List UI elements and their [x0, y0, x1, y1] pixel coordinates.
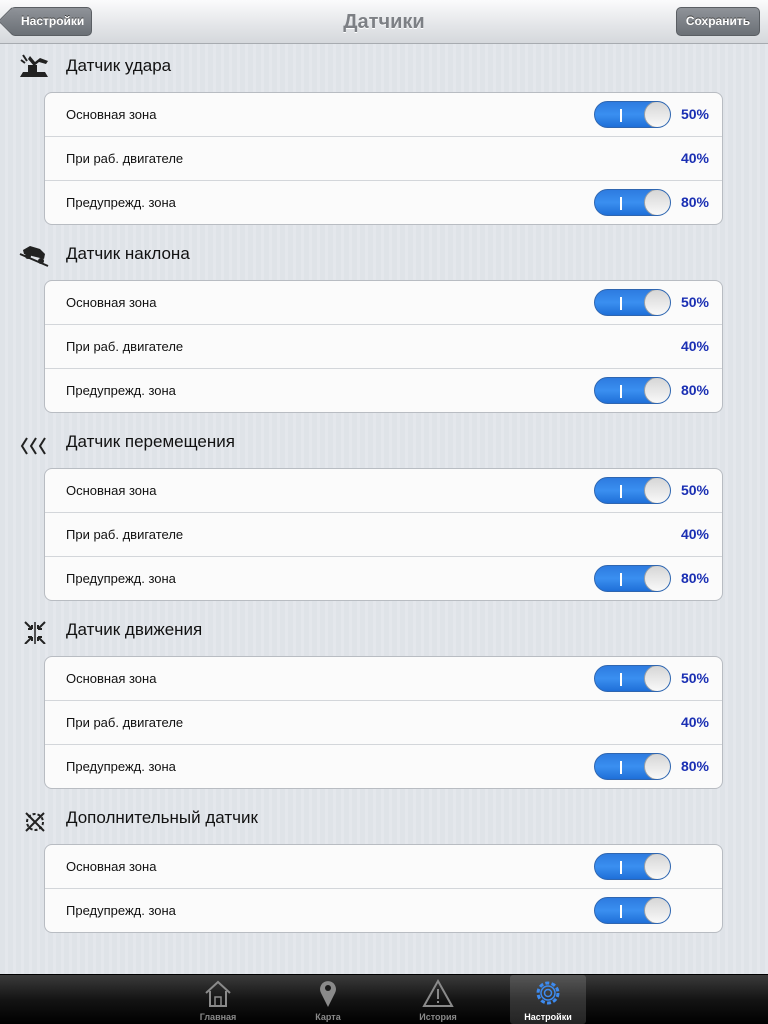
settings-row: Предупрежд. зона 80% [45, 368, 722, 412]
settings-group: Основная зона Предупрежд. зона [44, 844, 723, 933]
row-label: Предупрежд. зона [66, 195, 176, 210]
section-title: Дополнительный датчик [66, 808, 258, 827]
row-value[interactable]: 40% [681, 513, 709, 557]
toggle-switch[interactable] [594, 753, 671, 780]
row-label: Основная зона [66, 107, 157, 122]
section-tilt-sensor: Датчик наклона Основная зона 50% При раб… [0, 236, 768, 413]
settings-row: Предупрежд. зона 80% [45, 180, 722, 224]
row-label: При раб. двигателе [66, 715, 184, 730]
settings-row: Предупрежд. зона 80% [45, 556, 722, 600]
settings-row: Основная зона 50% [45, 93, 722, 136]
impact-sensor-icon [20, 54, 48, 77]
row-label: Основная зона [66, 671, 157, 686]
section-additional-sensor: Дополнительный датчик Основная зона Пред… [0, 800, 768, 933]
row-label: Предупрежд. зона [66, 571, 176, 586]
row-value[interactable]: 80% [681, 557, 709, 600]
section-header: Датчик наклона [0, 236, 768, 280]
settings-row: Основная зона 50% [45, 281, 722, 324]
row-label: При раб. двигателе [66, 527, 184, 542]
row-value[interactable]: 40% [681, 701, 709, 745]
toggle-switch[interactable] [594, 189, 671, 216]
navigation-bar: Настройки Датчики Сохранить [0, 0, 768, 44]
settings-row: Предупрежд. зона [45, 888, 722, 932]
row-value[interactable]: 50% [681, 93, 709, 137]
toggle-switch[interactable] [594, 377, 671, 404]
tab-home[interactable]: Главная [180, 975, 256, 1024]
row-value[interactable]: 80% [681, 181, 709, 224]
section-title: Датчик удара [66, 56, 172, 75]
section-header: Датчик перемещения [0, 424, 768, 468]
settings-row: При раб. двигателе 40% [45, 700, 722, 744]
additional-sensor-icon [25, 812, 45, 832]
toggle-switch[interactable] [594, 853, 671, 880]
toggle-switch[interactable] [594, 565, 671, 592]
section-title: Датчик движения [66, 620, 203, 639]
tab-label: Карта [315, 1012, 341, 1022]
row-label: Предупрежд. зона [66, 759, 176, 774]
row-value[interactable]: 40% [681, 325, 709, 369]
toggle-switch[interactable] [594, 289, 671, 316]
row-value[interactable]: 80% [681, 745, 709, 788]
toggle-switch[interactable] [594, 101, 671, 128]
tab-history[interactable]: История [400, 975, 476, 1024]
settings-group: Основная зона 50% При раб. двигателе 40%… [44, 280, 723, 413]
settings-group: Основная зона 50% При раб. двигателе 40%… [44, 468, 723, 601]
section-title: Датчик наклона [66, 244, 190, 263]
save-button[interactable]: Сохранить [676, 7, 760, 36]
tab-label: Настройки [524, 1012, 572, 1022]
row-value[interactable]: 40% [681, 137, 709, 181]
section-impact-sensor: Датчик удара Основная зона 50% При раб. … [0, 48, 768, 225]
tab-bar: Главная Карта История Настройки [0, 974, 768, 1024]
row-label: Предупрежд. зона [66, 903, 176, 918]
settings-row: Предупрежд. зона 80% [45, 744, 722, 788]
tab-label: История [419, 1012, 457, 1022]
page-title: Датчики [343, 11, 425, 33]
map-pin-icon [320, 981, 336, 1007]
row-label: При раб. двигателе [66, 339, 184, 354]
toggle-switch[interactable] [594, 897, 671, 924]
row-label: Основная зона [66, 859, 157, 874]
section-title: Датчик перемещения [66, 432, 235, 451]
row-label: Основная зона [66, 483, 157, 498]
row-value[interactable]: 50% [681, 281, 709, 325]
tab-label: Главная [199, 1012, 237, 1022]
row-value[interactable]: 50% [681, 469, 709, 513]
section-header: Датчик удара [0, 48, 768, 92]
row-label: Предупрежд. зона [66, 383, 176, 398]
toggle-switch[interactable] [594, 477, 671, 504]
settings-row: При раб. двигателе 40% [45, 324, 722, 368]
warning-icon [422, 978, 454, 1007]
section-displacement-sensor: Датчик перемещения Основная зона 50% При… [0, 424, 768, 601]
section-header: Дополнительный датчик [0, 800, 768, 844]
displacement-sensor-icon [20, 437, 46, 455]
tab-map[interactable]: Карта [290, 975, 366, 1024]
section-header: Датчик движения [0, 612, 768, 656]
section-motion-sensor: Датчик движения Основная зона 50% При ра… [0, 612, 768, 789]
gear-icon [536, 981, 560, 1005]
motion-sensor-icon [24, 621, 46, 644]
home-icon [205, 980, 231, 1007]
settings-row: При раб. двигателе 40% [45, 512, 722, 556]
toggle-switch[interactable] [594, 665, 671, 692]
tilt-sensor-icon [19, 246, 49, 267]
tab-settings[interactable]: Настройки [510, 975, 586, 1024]
row-label: При раб. двигателе [66, 151, 184, 166]
settings-row: Основная зона [45, 845, 722, 888]
settings-row: При раб. двигателе 40% [45, 136, 722, 180]
row-label: Основная зона [66, 295, 157, 310]
settings-row: Основная зона 50% [45, 657, 722, 700]
settings-row: Основная зона 50% [45, 469, 722, 512]
row-value[interactable]: 50% [681, 657, 709, 701]
settings-group: Основная зона 50% При раб. двигателе 40%… [44, 656, 723, 789]
row-value[interactable]: 80% [681, 369, 709, 412]
settings-group: Основная зона 50% При раб. двигателе 40%… [44, 92, 723, 225]
